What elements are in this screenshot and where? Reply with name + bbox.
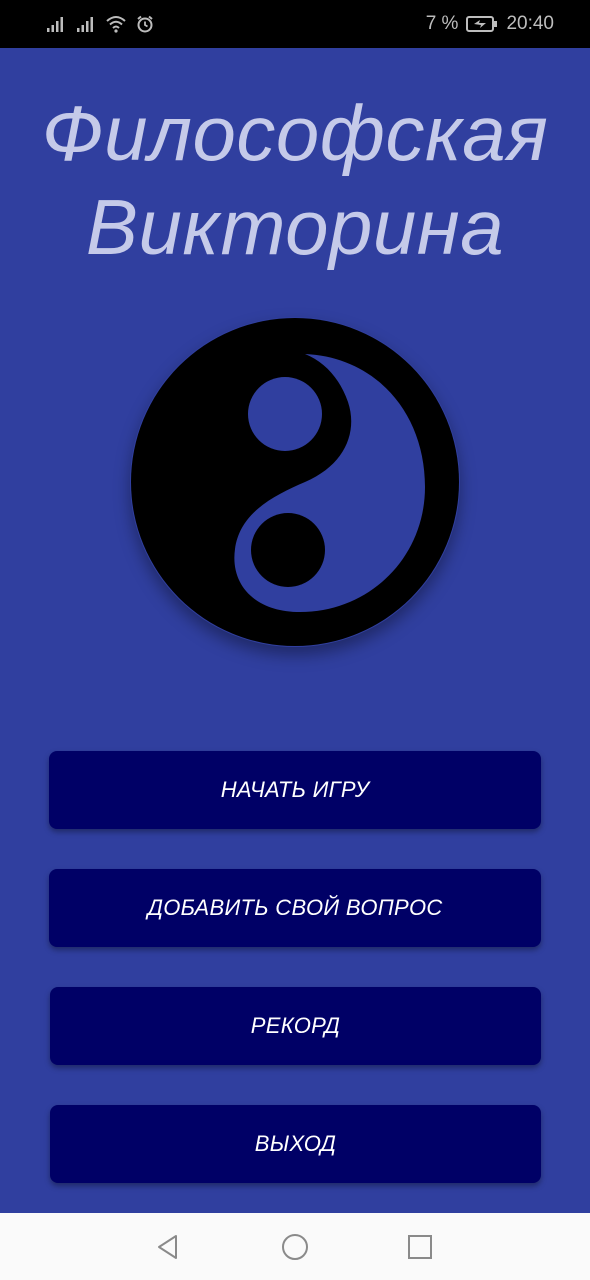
status-icons-right: 7 % 20:40 xyxy=(426,12,554,36)
app-title-line1: Философская xyxy=(41,89,549,177)
yin-yang-icon xyxy=(130,317,460,647)
back-icon[interactable] xyxy=(152,1231,184,1263)
clock: 20:40 xyxy=(506,13,554,34)
signal-icon xyxy=(46,15,66,33)
add-question-button[interactable]: ДОБАВИТЬ СВОЙ ВОПРОС xyxy=(49,869,541,947)
app-title-line2: Викторина xyxy=(85,183,505,271)
exit-button[interactable]: ВЫХОД xyxy=(50,1105,541,1183)
battery-charging-icon xyxy=(466,15,498,33)
navigation-bar xyxy=(0,1213,590,1280)
record-button-label: РЕКОРД xyxy=(250,1013,341,1038)
wifi-icon xyxy=(106,15,126,33)
battery-percent: 7 % xyxy=(425,13,459,34)
app-title: Философская Викторина xyxy=(0,86,590,274)
home-icon[interactable] xyxy=(279,1231,311,1263)
recent-apps-icon[interactable] xyxy=(404,1231,436,1263)
signal-icon xyxy=(76,15,96,33)
exit-button-label: ВЫХОД xyxy=(254,1131,337,1156)
start-game-button-label: НАЧАТЬ ИГРУ xyxy=(220,777,370,802)
alarm-icon xyxy=(136,15,154,33)
record-button[interactable]: РЕКОРД xyxy=(50,987,541,1065)
start-game-button[interactable]: НАЧАТЬ ИГРУ xyxy=(49,751,541,829)
add-question-button-label: ДОБАВИТЬ СВОЙ ВОПРОС xyxy=(147,895,443,920)
status-bar: 7 % 20:40 xyxy=(0,0,590,48)
status-icons-left xyxy=(46,12,154,36)
